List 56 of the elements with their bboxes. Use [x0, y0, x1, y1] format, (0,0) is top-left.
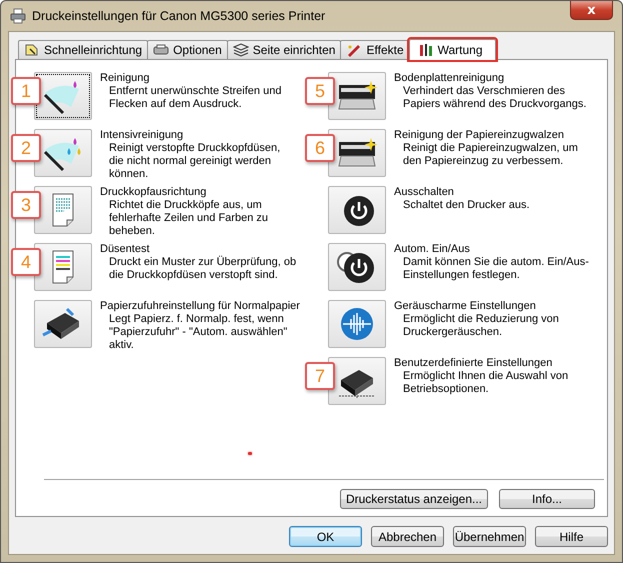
item-description: Entfernt unerwünschte Streifen und Flecken auf dem Ausdruck. — [108, 85, 282, 111]
item-description: Damit können Sie die autom. Ein/Aus-Einstellungen festlegen. — [402, 256, 590, 282]
maintenance-button[interactable] — [34, 72, 92, 120]
number-callout: 1 — [11, 77, 41, 105]
item-title: Ausschalten — [394, 186, 455, 199]
printer-icon — [153, 43, 170, 57]
item-title: Düsentest — [100, 243, 151, 256]
tab[interactable]: Effekte — [340, 40, 410, 59]
dialog-button[interactable]: Übernehmen — [453, 526, 526, 547]
maintenance-button[interactable] — [328, 357, 386, 405]
item-title: Intensivreinigung — [100, 129, 184, 142]
item-title: Geräuscharme Einstellungen — [394, 300, 537, 313]
window-title: Druckeinstellungen für Canon MG5300 series Printer — [32, 9, 326, 23]
item-title: Benutzerdefinierte Einstellungen — [394, 357, 554, 370]
maintenance-button[interactable] — [34, 300, 92, 348]
maintenance-button[interactable] — [34, 129, 92, 177]
item-description: Richtet die Druckköpfe aus, um fehlerhafte Zeilen und Farben zu beheben. — [108, 199, 269, 238]
item-title: Autom. Ein/Aus — [394, 243, 471, 256]
item-description: Schaltet den Drucker aus. — [402, 199, 531, 212]
item-description: Reinigt verstopfte Druckkopfdüsen, die nicht normal gereinigt werden können. — [108, 142, 282, 181]
item-title: Papierzufuhreinstellung für Normalpapier — [100, 300, 300, 313]
maintenance-button[interactable] — [328, 129, 386, 177]
tab[interactable]: Optionen — [147, 40, 228, 59]
number-callout: 5 — [305, 77, 335, 105]
item-title: Reinigung der Papiereinzugwalzen — [394, 129, 566, 142]
tab[interactable]: Schnelleinrichtung — [18, 40, 148, 59]
number-callout: 4 — [11, 248, 41, 276]
number-callout: 7 — [305, 362, 335, 390]
brush-icon — [346, 43, 362, 57]
item-description: Ermöglicht Ihnen die Auswahl von Betriebsoptionen. — [402, 370, 570, 396]
panel-button[interactable]: Info... — [499, 489, 595, 509]
tools-icon — [418, 43, 434, 57]
tab[interactable]: Seite einrichten — [226, 40, 342, 59]
number-callout: 2 — [11, 134, 41, 162]
item-title: Bodenplattenreinigung — [394, 72, 506, 85]
panel-button[interactable]: Druckerstatus anzeigen... — [340, 489, 488, 509]
dialog-button[interactable]: Abbrechen — [371, 526, 444, 547]
item-title: Druckkopfausrichtung — [100, 186, 208, 199]
number-callout: 3 — [11, 191, 41, 219]
layers-icon — [232, 43, 249, 57]
stray-mark — [248, 452, 252, 455]
maintenance-button[interactable] — [328, 243, 386, 291]
item-description: Druckt ein Muster zur Überprüfung, ob die Druckkopfdüsen verstopft sind. — [108, 256, 297, 282]
item-title: Reinigung — [100, 72, 151, 85]
maintenance-button[interactable] — [328, 186, 386, 234]
dialog-button[interactable]: Hilfe — [535, 526, 608, 547]
item-description: Verhindert das Verschmieren des Papiers während des Druckvorgangs. — [402, 85, 588, 111]
item-description: Legt Papierz. f. Normalp. fest, wenn "Papierzufuhr" - "Autom. auswählen" aktiv. — [108, 313, 288, 352]
dialog-button[interactable]: OK — [289, 526, 362, 547]
item-description: Reinigt die Papiereinzugwalzen, um den Papiereinzug zu verbessem. — [402, 142, 579, 168]
item-description: Ermöglicht die Reduzierung von Druckergeräuschen. — [402, 313, 560, 339]
number-callout: 6 — [305, 134, 335, 162]
tab[interactable]: Wartung — [408, 39, 496, 60]
close-button[interactable]: x — [570, 1, 613, 20]
printer-icon — [10, 8, 26, 24]
maintenance-button[interactable] — [328, 72, 386, 120]
